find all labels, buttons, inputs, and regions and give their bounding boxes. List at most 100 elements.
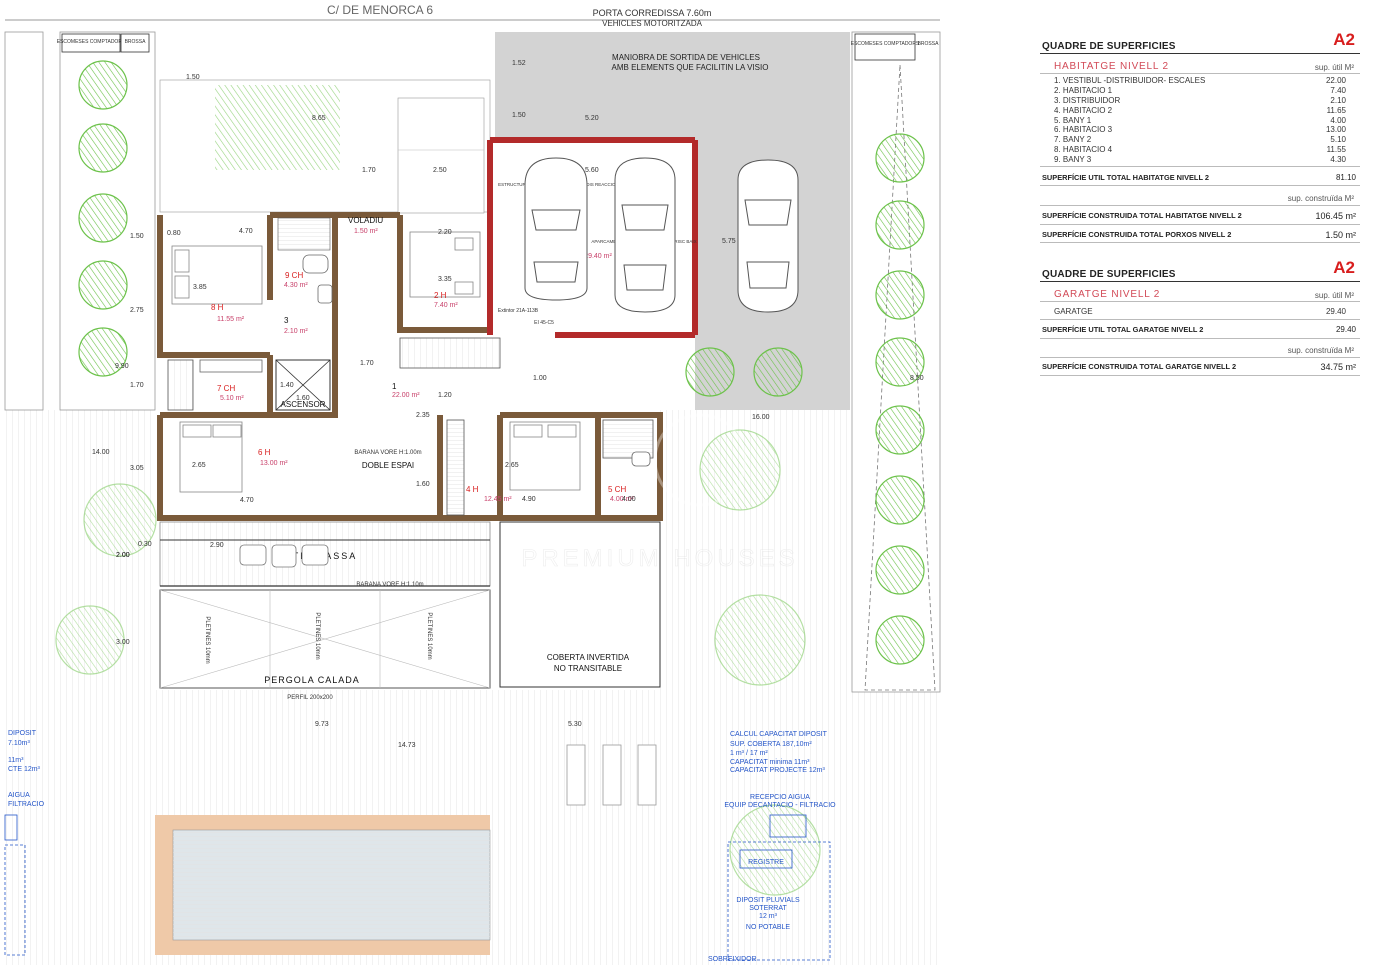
calc-line: SUP. COBERTA 187,10m² xyxy=(730,741,812,748)
car-2 xyxy=(614,157,676,313)
dim-label: 1.50 xyxy=(186,74,200,81)
table-separator xyxy=(1040,185,1360,186)
dim-label: 1.70 xyxy=(130,382,144,389)
pletines-label-1: PLETINES 10mm xyxy=(204,616,210,663)
extintor-label: Extintor 21A-113B xyxy=(498,308,539,314)
surface-table-garatge: QUADRE DE SUPERFICIES A2 GARATGE NIVELL … xyxy=(1040,258,1360,380)
dim-label: 5.30 xyxy=(568,721,582,728)
table-separator xyxy=(1040,242,1360,243)
dim-label: 9.90 xyxy=(115,363,129,370)
dim-label: 1.20 xyxy=(438,392,452,399)
room-6-area: 13.00 m² xyxy=(260,460,288,467)
dim-label: 1.50 xyxy=(512,112,526,119)
sun-loungers xyxy=(566,744,657,806)
registre-label: REGISTRE xyxy=(748,859,784,866)
room-1-label: 1 xyxy=(392,382,397,391)
terrace-furniture xyxy=(239,544,329,568)
bed-room8 xyxy=(171,245,263,305)
dim-label: 4.00 xyxy=(622,496,636,503)
surface-table-habitatge: QUADRE DE SUPERFICIES A2 HABITATGE NIVEL… xyxy=(1040,30,1360,243)
calc-line: CAPACITAT PROJECTE 12m³ xyxy=(730,767,825,774)
room-9-label: 9 CH xyxy=(285,271,303,280)
table-section-title: HABITATGE NIVELL 2 xyxy=(1054,61,1169,72)
dim-label: 5.60 xyxy=(585,167,599,174)
sobreixidor-label: SOBREIXIDOR xyxy=(708,956,757,963)
calc-line: 1 m³ / 17 m² xyxy=(730,750,768,757)
dim-label: 8.65 xyxy=(312,115,326,122)
maneuver-label: MANIOBRA DE SORTIDA DE VEHICLES xyxy=(612,53,760,62)
gate-label: PORTA CORREDISSA 7.60m xyxy=(593,8,712,18)
pergola: PLETINES 10mm PLETINES 10mm PLETINES 10m… xyxy=(159,589,491,701)
dim-label: 14.73 xyxy=(398,742,416,749)
unit-construida: sup. construïda M² xyxy=(1287,346,1354,355)
calc-title: CALCUL CAPACITAT DIPOSIT xyxy=(730,731,828,738)
voladiu-label: VOLADIU xyxy=(348,216,383,225)
list-item: 2. HABITACIO 1 7.40 xyxy=(1054,86,1346,95)
room-4-label: 4 H xyxy=(466,485,479,494)
street-label: C/ DE MENORCA 6 xyxy=(327,3,433,17)
barana-vore-label: BARANA VORE H:1.00m xyxy=(354,450,421,456)
tank-left-label: DIPOSIT xyxy=(8,730,37,737)
dim-label: 8.50 xyxy=(910,375,924,382)
dim-label: 2.75 xyxy=(130,307,144,314)
room-9-area: 4.30 m² xyxy=(284,282,308,289)
pletines-label-2: PLETINES 10mm xyxy=(314,612,320,659)
recepcio-label: RECEPCIO AIGUA xyxy=(750,794,810,801)
pergola-label: PERGOLA CALADA xyxy=(264,675,360,685)
garage-area-label: 29.40 m² xyxy=(584,253,612,260)
dim-label: 2.00 xyxy=(116,552,130,559)
bed-room4 xyxy=(509,421,581,491)
list-item: GARATGE 29.40 xyxy=(1054,307,1346,316)
table-code: A2 xyxy=(1333,30,1355,49)
room-2-area: 7.40 m² xyxy=(434,302,458,309)
table-separator xyxy=(1040,224,1360,225)
room-3-area: 2.10 m² xyxy=(284,328,308,335)
tank-left-label: 7.10m³ xyxy=(8,740,30,747)
calc-line: CAPACITAT minima 11m³ xyxy=(730,759,810,766)
room-1-area: 22.00 m² xyxy=(392,392,420,399)
table-section-title: GARATGE NIVELL 2 xyxy=(1054,289,1161,300)
maneuver-label-2: AMB ELEMENTS QUE FACILITIN LA VISIO xyxy=(612,63,769,72)
table-separator xyxy=(1040,319,1360,320)
total-util-row: SUPERFÍCIE UTIL TOTAL HABITATGE NIVELL 2… xyxy=(1042,173,1356,182)
pool xyxy=(155,815,491,955)
dim-label: 2.65 xyxy=(192,462,206,469)
entrance-patio xyxy=(159,79,491,214)
diposit-label: NO POTABLE xyxy=(746,924,791,931)
dim-label: 9.73 xyxy=(315,721,329,728)
terrace: TERRASSA BARANA VORE H:1.10m xyxy=(159,521,491,588)
room-7-label: 7 CH xyxy=(217,384,235,393)
coberta-label-2: NO TRANSITABLE xyxy=(554,664,622,673)
dim-label: 1.50 xyxy=(130,233,144,240)
table-separator xyxy=(1040,166,1360,167)
car-1 xyxy=(524,157,588,301)
dim-label: 1.70 xyxy=(360,360,374,367)
dim-label: 1.52 xyxy=(512,60,526,67)
total-porxos-row: SUPERFÍCIE CONSTRUIDA TOTAL PORXOS NIVEL… xyxy=(1042,230,1356,240)
list-item: 3. DISTRIBUIDOR 2.10 xyxy=(1054,96,1346,105)
table-separator xyxy=(1040,357,1360,358)
bed-room2 xyxy=(409,231,481,298)
dim-label: 1.00 xyxy=(533,375,547,382)
dim-label: 2.65 xyxy=(505,462,519,469)
perfil-label: PERFIL 200x200 xyxy=(287,695,333,701)
dim-label: 3.35 xyxy=(438,276,452,283)
dim-label: 5.75 xyxy=(722,238,736,245)
tank-left-label: 11m³ xyxy=(8,757,24,764)
floor-plan: C/ DE MENORCA 6 PORTA CORREDISSA 7.60m V… xyxy=(4,3,941,965)
dim-label: 4.70 xyxy=(239,228,253,235)
gate-label-2: VEHICLES MOTORITZADA xyxy=(602,19,703,28)
dim-label: 14.00 xyxy=(92,449,110,456)
trash-label-right: BROSSA xyxy=(918,41,940,47)
meter-label-left: ESCOMESES COMPTADORS xyxy=(57,39,126,45)
meter-box-right xyxy=(854,33,916,61)
dim-label: 2.35 xyxy=(416,412,430,419)
total-util-row: SUPERFÍCIE UTIL TOTAL GARATGE NIVELL 2 29… xyxy=(1042,325,1356,334)
total-construida-row: SUPERFÍCIE CONSTRUIDA TOTAL GARATGE NIVE… xyxy=(1042,362,1356,372)
dim-label: 0.30 xyxy=(138,541,152,548)
unit-util: sup. útil M² xyxy=(1314,63,1354,72)
list-item: 8. HABITACIO 4 11.55 xyxy=(1054,145,1346,154)
table-separator xyxy=(1040,375,1360,376)
table-separator xyxy=(1040,301,1360,302)
room-3-label: 3 xyxy=(284,316,289,325)
